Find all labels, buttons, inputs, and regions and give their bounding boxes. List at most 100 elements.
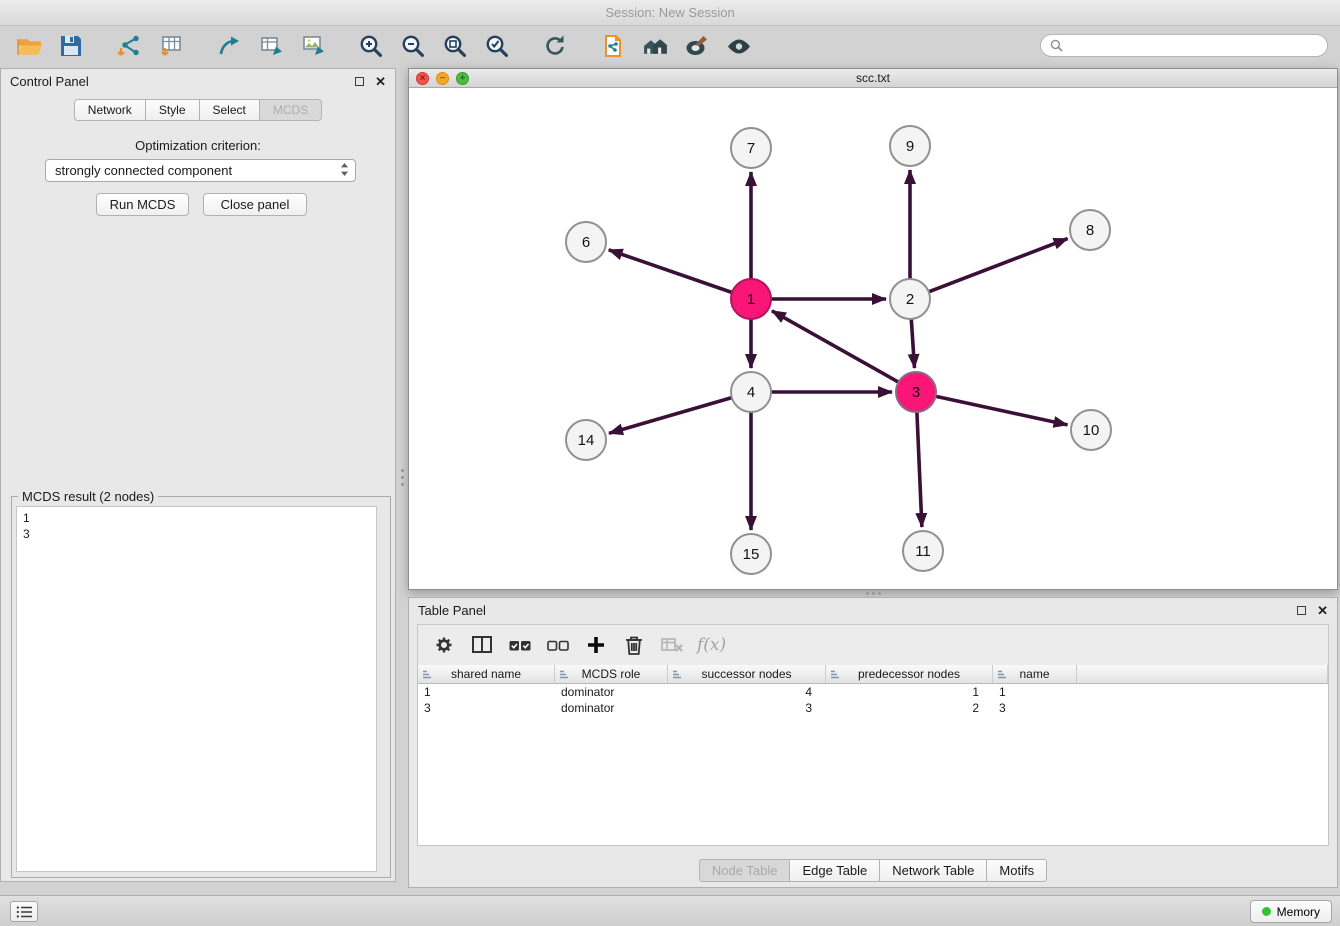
table-cell[interactable]: 3: [418, 700, 555, 716]
control-panel: Control Panel ✕ Network Style Select MCD…: [0, 68, 396, 882]
tab-edge-table[interactable]: Edge Table: [790, 859, 880, 882]
minimize-window-button[interactable]: −: [436, 72, 449, 85]
memory-label: Memory: [1277, 905, 1320, 919]
delete-table-button[interactable]: [655, 629, 689, 661]
tab-style[interactable]: Style: [146, 99, 200, 121]
tab-select[interactable]: Select: [200, 99, 260, 121]
column-header-name[interactable]: name: [993, 665, 1077, 684]
import-network-button[interactable]: [108, 29, 150, 63]
graph-node-15[interactable]: 15: [731, 534, 771, 574]
float-table-panel-icon[interactable]: [1297, 606, 1306, 615]
graph-edge-1-6[interactable]: [609, 250, 732, 293]
column-header-mcds-role[interactable]: MCDS role: [555, 665, 668, 684]
tab-network[interactable]: Network: [74, 99, 146, 121]
task-history-button[interactable]: [10, 901, 38, 922]
table-cell-filler: [1077, 700, 1328, 716]
zoom-in-icon: [358, 33, 384, 59]
column-header-successor-nodes[interactable]: successor nodes: [668, 665, 826, 684]
graph-node-6[interactable]: 6: [566, 222, 606, 262]
mcds-result-group: MCDS result (2 nodes) 1 3: [11, 496, 391, 878]
mcds-result-text[interactable]: 1 3: [16, 506, 377, 872]
zoom-out-icon: [400, 33, 426, 59]
table-cell[interactable]: 3: [668, 700, 826, 716]
graph-node-11[interactable]: 11: [903, 531, 943, 571]
window-resize-grip[interactable]: [863, 590, 883, 597]
graph-node-3[interactable]: 3: [896, 372, 936, 412]
close-panel-icon[interactable]: ✕: [375, 75, 386, 88]
search-box[interactable]: [1040, 34, 1328, 57]
network-file-share-button[interactable]: [592, 29, 634, 63]
memory-button[interactable]: Memory: [1250, 900, 1332, 923]
graph-edge-4-14[interactable]: [609, 398, 732, 434]
open-session-button[interactable]: [8, 29, 50, 63]
show-graphics-details-button[interactable]: [718, 29, 760, 63]
import-table-button[interactable]: [150, 29, 192, 63]
export-table-button[interactable]: [250, 29, 292, 63]
graph-node-9[interactable]: 9: [890, 126, 930, 166]
add-row-button[interactable]: [579, 629, 613, 661]
unselect-all-button[interactable]: [541, 629, 575, 661]
table-cell[interactable]: dominator: [555, 684, 668, 700]
table-cell[interactable]: 2: [826, 700, 993, 716]
table-row[interactable]: 1dominator411: [418, 684, 1328, 700]
network-canvas[interactable]: 7 9 6 8 1 2 4 3 10 14 15 11: [409, 88, 1337, 589]
zoom-out-button[interactable]: [392, 29, 434, 63]
export-image-button[interactable]: [292, 29, 334, 63]
float-panel-icon[interactable]: [355, 77, 364, 86]
graph-edge-3-11[interactable]: [917, 412, 922, 527]
graph-edge-2-8[interactable]: [929, 239, 1068, 292]
graph-node-2[interactable]: 2: [890, 279, 930, 319]
table-cell[interactable]: 1: [826, 684, 993, 700]
open-folder-icon: [16, 33, 43, 60]
graph-node-8[interactable]: 8: [1070, 210, 1110, 250]
tab-mcds[interactable]: MCDS: [260, 99, 322, 121]
zoom-selected-button[interactable]: [476, 29, 518, 63]
zoom-selected-icon: [484, 33, 510, 59]
close-table-panel-icon[interactable]: ✕: [1317, 604, 1328, 617]
refresh-layout-button[interactable]: [534, 29, 576, 63]
table-cell[interactable]: 1: [418, 684, 555, 700]
column-settings-button[interactable]: [427, 629, 461, 661]
graph-node-4[interactable]: 4: [731, 372, 771, 412]
optimization-criterion-select[interactable]: strongly connected component: [45, 159, 356, 182]
run-mcds-button[interactable]: Run MCDS: [96, 193, 189, 216]
sort-icon: [422, 669, 433, 683]
import-network-icon: [116, 33, 142, 59]
panel-splitter[interactable]: [397, 462, 407, 492]
graph-edge-2-3[interactable]: [911, 319, 914, 368]
apply-style-button[interactable]: [676, 29, 718, 63]
tab-network-table[interactable]: Network Table: [880, 859, 987, 882]
search-input[interactable]: [1069, 39, 1318, 53]
table-row[interactable]: 3dominator323: [418, 700, 1328, 716]
table-cell[interactable]: 4: [668, 684, 826, 700]
split-panel-button[interactable]: [465, 629, 499, 661]
first-neighbors-button[interactable]: [634, 29, 676, 63]
zoom-in-button[interactable]: [350, 29, 392, 63]
zoom-fit-button[interactable]: [434, 29, 476, 63]
graph-edge-3-10[interactable]: [936, 396, 1068, 425]
graph-node-1[interactable]: 1: [731, 279, 771, 319]
export-network-button[interactable]: [208, 29, 250, 63]
table-cell[interactable]: 1: [993, 684, 1077, 700]
close-window-button[interactable]: ×: [416, 72, 429, 85]
function-builder-button[interactable]: f(x): [693, 635, 730, 655]
window-titlebar[interactable]: Session: New Session: [0, 0, 1340, 26]
tab-motifs[interactable]: Motifs: [987, 859, 1047, 882]
export-table-icon: [258, 33, 284, 59]
network-window-titlebar[interactable]: × − + scc.txt: [409, 69, 1337, 88]
graph-node-14[interactable]: 14: [566, 420, 606, 460]
graph-edge-3-1[interactable]: [772, 311, 899, 382]
table-cell[interactable]: 3: [993, 700, 1077, 716]
close-panel-button[interactable]: Close panel: [203, 193, 307, 216]
delete-row-button[interactable]: [617, 629, 651, 661]
table-cell[interactable]: dominator: [555, 700, 668, 716]
graph-node-10[interactable]: 10: [1071, 410, 1111, 450]
graph-node-7[interactable]: 7: [731, 128, 771, 168]
select-all-button[interactable]: [503, 629, 537, 661]
save-session-button[interactable]: [50, 29, 92, 63]
column-header-predecessor-nodes[interactable]: predecessor nodes: [826, 665, 993, 684]
column-header-shared-name[interactable]: shared name: [418, 665, 555, 684]
table-panel-title: Table Panel: [418, 603, 486, 618]
maximize-window-button[interactable]: +: [456, 72, 469, 85]
tab-node-table[interactable]: Node Table: [699, 859, 791, 882]
